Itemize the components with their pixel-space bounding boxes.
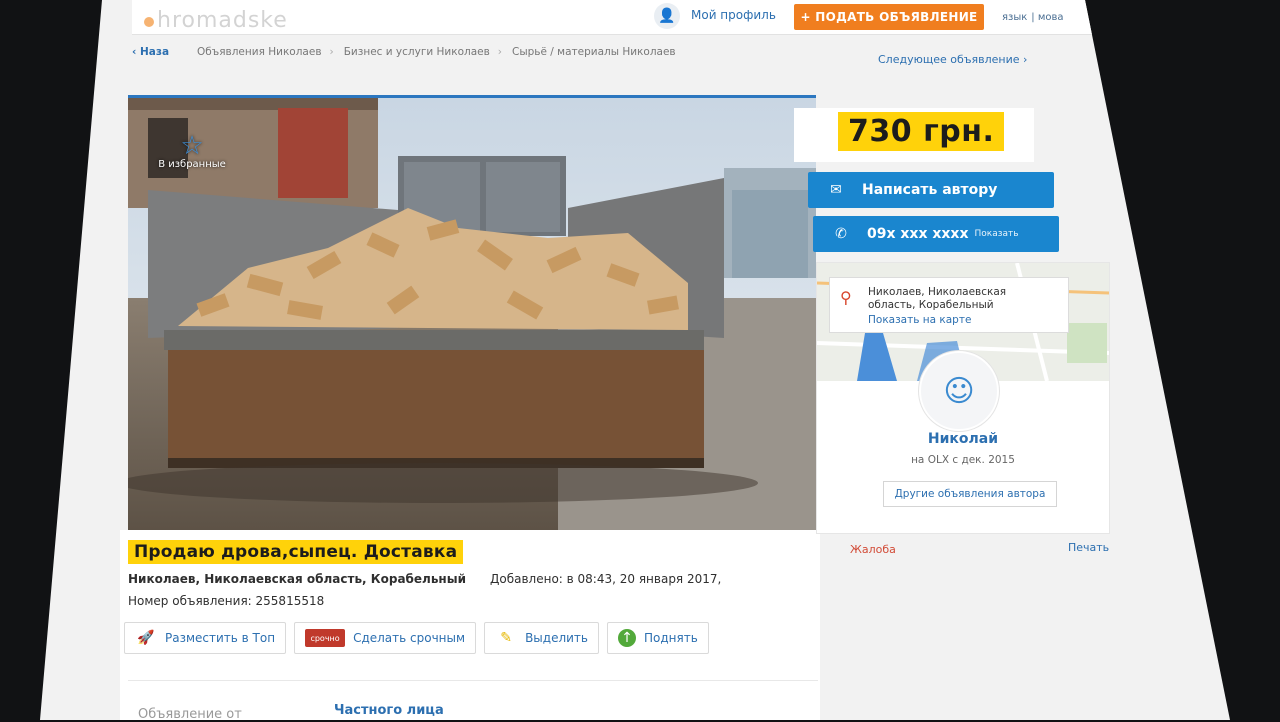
phone-number: 09x xxx xxxx xyxy=(867,226,969,242)
write-author-label: Написать автору xyxy=(862,182,998,198)
ad-photo[interactable]: ☆ В избранные xyxy=(128,95,816,530)
marker-icon: ✎ xyxy=(500,630,512,646)
location-text: Николаев, Николаевская область, Корабель… xyxy=(868,286,1006,312)
price: 730 грн. xyxy=(838,112,1005,151)
watermark-text: hromadske xyxy=(157,8,288,33)
hromadske-watermark: hromadske xyxy=(144,8,288,33)
breadcrumb-item-business[interactable]: Бизнес и услуги Николаев xyxy=(344,46,490,58)
price-box: 730 грн. xyxy=(794,108,1034,162)
location-popup: ⚲ Николаев, Николаевская область, Корабе… xyxy=(829,277,1069,333)
ad-number: Номер объявления: 255815518 xyxy=(128,594,324,608)
ad-title: Продаю дрова,сыпец. Доставка xyxy=(128,540,464,564)
map-pin-icon: ⚲ xyxy=(840,288,852,307)
phone-show-label: Показать xyxy=(974,229,1019,239)
user-icon: ☺ xyxy=(943,373,975,409)
lang-option-ru[interactable]: язык xyxy=(1002,12,1027,23)
chevron-right-icon: › xyxy=(497,46,502,58)
place-top-label: Разместить в Топ xyxy=(165,631,276,645)
print-link[interactable]: Печать xyxy=(1068,541,1109,554)
ad-info: Продаю дрова,сыпец. Доставка Николаев, Н… xyxy=(120,530,820,720)
phone-button[interactable]: ✆ 09x xxx xxxx Показать xyxy=(813,216,1059,252)
up-arrow-icon: ↑ xyxy=(617,629,636,647)
make-urgent-button[interactable]: срочно Сделать срочным xyxy=(294,622,477,654)
ad-details-tabs: Объявление от Частного лица xyxy=(128,680,818,720)
make-urgent-label: Сделать срочным xyxy=(353,631,466,645)
ad-number-label: Номер объявления: xyxy=(128,594,252,608)
location-line1: Николаев, Николаевская xyxy=(868,286,1007,298)
profile-icon[interactable]: 👤 xyxy=(654,3,680,29)
star-icon: ☆ xyxy=(180,130,204,161)
tab-private-person[interactable]: Частного лица xyxy=(334,703,444,718)
ad-actions: 🚀 Разместить в Топ срочно Сделать срочны… xyxy=(124,622,709,654)
my-profile-link[interactable]: Мой профиль xyxy=(691,8,776,22)
other-ads-button[interactable]: Другие объявления автора xyxy=(883,481,1057,507)
next-ad-link[interactable]: Следующее объявление › xyxy=(878,53,1027,66)
top-bar: hromadske 👤 Мой профиль + ПОДАТЬ ОБЪЯВЛЕ… xyxy=(132,0,1132,35)
seller-card: ⚲ Николаев, Николаевская область, Корабе… xyxy=(816,262,1110,534)
language-switch: язык | мова xyxy=(1002,12,1064,23)
bump-button[interactable]: ↑ Поднять xyxy=(606,622,709,654)
seller-since: на OLX с дек. 2015 xyxy=(911,454,1015,466)
place-top-button[interactable]: 🚀 Разместить в Топ xyxy=(124,622,287,654)
lang-option-ua[interactable]: мова xyxy=(1038,12,1064,23)
highlight-button[interactable]: ✎ Выделить xyxy=(484,622,599,654)
bump-label: Поднять xyxy=(643,631,698,645)
browser-screen: hromadske 👤 Мой профиль + ПОДАТЬ ОБЪЯВЛЕ… xyxy=(40,0,1230,720)
rocket-icon: 🚀 xyxy=(137,630,155,646)
write-author-button[interactable]: ✉ Написать автору xyxy=(808,172,1054,208)
highlight-label: Выделить xyxy=(525,631,588,645)
avatar: ☺ xyxy=(919,351,999,431)
ad-location: Николаев, Николаевская область, Корабель… xyxy=(128,572,466,586)
complain-link[interactable]: Жалоба xyxy=(850,543,896,556)
ad-added-date: Добавлено: в 08:43, 20 января 2017, xyxy=(490,572,722,586)
watermark-dot-icon xyxy=(144,17,154,27)
breadcrumb-item-materials[interactable]: Сырьё / материалы Николаев xyxy=(512,46,676,58)
favorite-button[interactable]: ☆ В избранные xyxy=(144,116,240,186)
olx-ad-page: hromadske 👤 Мой профиль + ПОДАТЬ ОБЪЯВЛЕ… xyxy=(120,0,1132,720)
seller-name[interactable]: Николай xyxy=(817,431,1109,447)
ad-number-value: 255815518 xyxy=(255,594,325,608)
favorite-label: В избранные xyxy=(158,158,226,170)
urgent-tag-icon: срочно xyxy=(305,629,346,647)
post-ad-button[interactable]: + ПОДАТЬ ОБЪЯВЛЕНИЕ xyxy=(794,4,984,30)
breadcrumb-item-ads[interactable]: Объявления Николаев xyxy=(197,46,321,58)
envelope-icon: ✉ xyxy=(830,182,842,198)
chevron-right-icon: › xyxy=(329,46,334,58)
back-link[interactable]: ‹ Наза xyxy=(132,46,169,58)
location-line2: область, Корабельный xyxy=(868,299,994,311)
phone-icon: ✆ xyxy=(835,226,847,242)
show-on-map-link[interactable]: Показать на карте xyxy=(868,314,971,326)
